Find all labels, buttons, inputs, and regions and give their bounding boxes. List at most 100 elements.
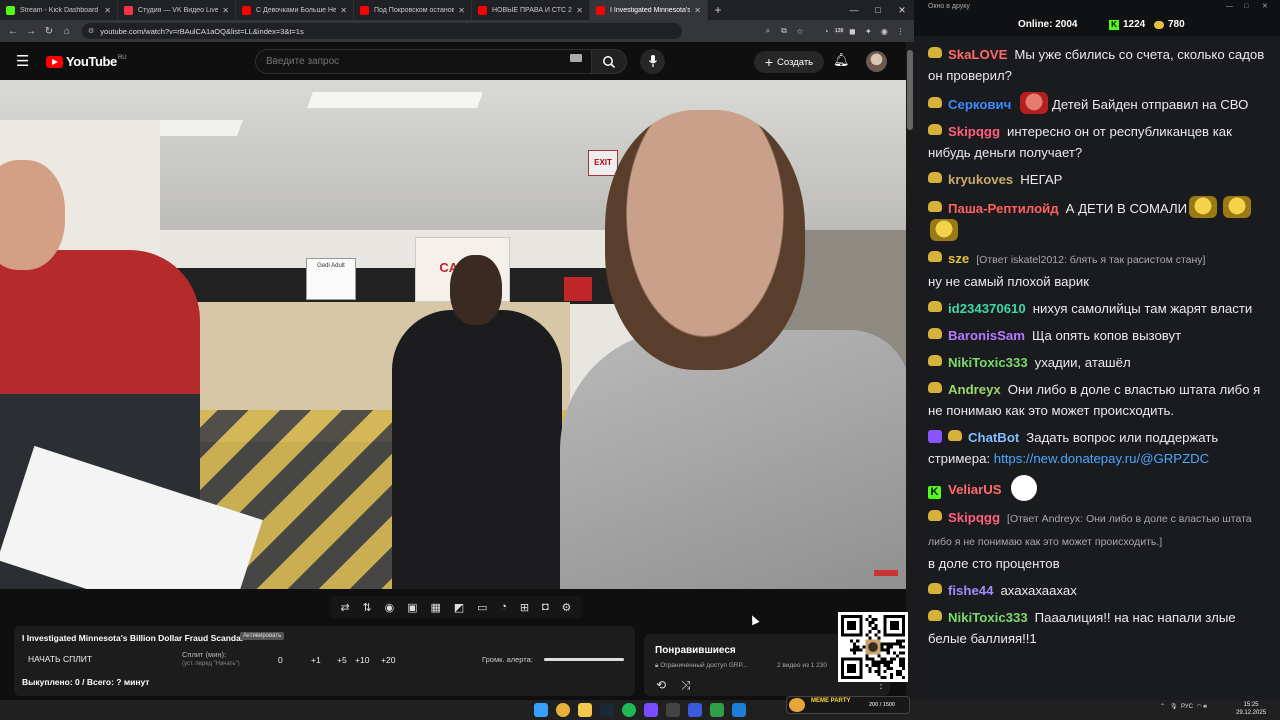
close-window-icon[interactable]: ✕ <box>1262 0 1268 14</box>
browser-tab[interactable]: I Investigated Minnesota's B...✕ <box>590 0 708 20</box>
browser-tab[interactable]: С Девочками Больше Не Хоте...✕ <box>236 0 354 20</box>
chat-username[interactable]: kryukoves <box>948 172 1013 187</box>
donate-link[interactable]: https://new.donatepay.ru/@GRPZDC <box>994 451 1209 466</box>
shuffle-icon[interactable]: ⤨ <box>681 678 691 693</box>
bookmark-star-icon[interactable]: ☆ <box>792 27 808 36</box>
search-page-icon[interactable]: ⌕ <box>760 26 776 36</box>
tab-close-icon[interactable]: ✕ <box>222 6 229 15</box>
repeat-icon[interactable]: ⟲ <box>656 678 666 692</box>
language-indicator[interactable]: РУС <box>1181 704 1193 710</box>
youtube-logo[interactable]: YouTube RU <box>46 54 127 69</box>
menu-kebab-icon[interactable]: ⋮ <box>892 27 908 36</box>
search-button[interactable] <box>591 49 627 74</box>
browser-tab[interactable]: Студия — VK Видео Live ✕ <box>118 0 236 20</box>
alert-volume-slider[interactable] <box>544 658 624 661</box>
steam-icon[interactable] <box>600 703 614 717</box>
telegram-icon[interactable] <box>732 703 746 717</box>
settings-gear-icon[interactable]: ⚙ <box>562 601 572 614</box>
chat-username[interactable]: sze <box>948 251 969 266</box>
speed-gauge-icon[interactable]: ◔ <box>500 601 507 613</box>
system-clock[interactable]: 15:25 29.12.2025 <box>1236 701 1266 717</box>
loop-icon[interactable]: ⇄ <box>340 601 349 614</box>
app-icon[interactable] <box>666 703 680 717</box>
calendar-icon[interactable]: ▦ <box>430 601 440 614</box>
minimize-icon[interactable]: — <box>842 0 866 20</box>
audio-waves-icon[interactable]: ◉ <box>385 601 395 614</box>
chat-username[interactable]: Серкович <box>948 97 1011 112</box>
browser-tab[interactable]: Stream - Kick Dashboard ✕ <box>0 0 118 20</box>
extensions-puzzle-icon[interactable]: ✦ <box>860 27 876 36</box>
keyboard-icon[interactable] <box>570 54 582 62</box>
start-split-button[interactable]: НАЧАТЬ СПЛИТ <box>28 654 92 664</box>
sort-icon[interactable]: ⇅ <box>363 601 372 614</box>
spotify-icon[interactable] <box>622 703 636 717</box>
cast-icon[interactable]: ⧉ <box>776 26 792 36</box>
file-explorer-icon[interactable] <box>578 703 592 717</box>
chat-username[interactable]: BaronisSam <box>948 328 1025 343</box>
theater-mode-icon[interactable]: ▭ <box>477 601 487 614</box>
forward-icon[interactable]: → <box>22 26 40 37</box>
split-minutes-value[interactable]: 0 <box>278 655 283 665</box>
meme-party-widget[interactable]: MEME PARTY 200 / 1500 <box>786 696 910 714</box>
add-10-button[interactable]: +10 <box>355 655 369 665</box>
start-windows-icon[interactable] <box>534 703 548 717</box>
new-tab-icon[interactable]: + <box>708 3 728 17</box>
chat-message-list[interactable]: SkaLOVE Мы уже сбились со счета, сколько … <box>914 44 1280 655</box>
extension-icon[interactable]: ◼ <box>844 27 860 36</box>
search-box[interactable] <box>255 49 591 74</box>
tab-close-icon[interactable]: ✕ <box>340 6 347 15</box>
tab-close-icon[interactable]: ✕ <box>104 6 111 15</box>
chat-username[interactable]: Skipqgg <box>948 124 1000 139</box>
chat-username[interactable]: ChatBot <box>968 430 1019 445</box>
chevron-up-icon[interactable]: ⌃ <box>1160 704 1165 710</box>
tab-close-icon[interactable]: ✕ <box>694 6 701 15</box>
minimize-icon[interactable]: — <box>1226 0 1233 14</box>
chat-username[interactable]: fishe44 <box>948 583 993 598</box>
home-icon[interactable]: ⌂ <box>58 26 76 37</box>
extension-icon[interactable]: ◔ <box>818 27 834 36</box>
back-icon[interactable]: ← <box>4 26 22 37</box>
microphone-tray-icon[interactable]: 🎙︎ <box>1170 704 1178 710</box>
chat-username[interactable]: Andreyx <box>948 382 1001 397</box>
scrollbar-thumb[interactable] <box>907 50 913 130</box>
chrome-icon[interactable] <box>556 703 570 717</box>
hamburger-menu-icon[interactable]: ☰ <box>16 52 29 70</box>
picture-in-picture-icon[interactable]: ◩ <box>454 601 464 614</box>
add-5-button[interactable]: +5 <box>337 655 347 665</box>
watch-later-icon[interactable]: ▣ <box>407 601 417 614</box>
playlist-title[interactable]: Понравившиеся <box>655 645 736 656</box>
browser-tab[interactable]: Под Покровском остановлен... ✕ <box>354 0 472 20</box>
tab-close-icon[interactable]: ✕ <box>458 6 465 15</box>
screenshot-camera-icon[interactable]: ◘ <box>542 601 549 613</box>
chat-username[interactable]: Паша-Рептилойд <box>948 201 1059 216</box>
chat-username[interactable]: NikiToxic333 <box>948 355 1028 370</box>
page-scrollbar[interactable] <box>906 42 914 700</box>
activate-badge[interactable]: Активировать <box>240 632 285 640</box>
maximize-icon[interactable]: □ <box>866 0 890 20</box>
chat-username[interactable]: id234370610 <box>948 301 1026 316</box>
app-icon[interactable] <box>688 703 702 717</box>
url-field[interactable]: ⚙ youtube.com/watch?v=rBAulCA1aOQ&list=L… <box>82 23 682 39</box>
create-button[interactable]: + Создать <box>754 51 824 73</box>
search-input[interactable] <box>266 56 556 67</box>
profile-icon[interactable]: ◉ <box>876 27 892 36</box>
chat-username[interactable]: SkaLOVE <box>948 47 1007 62</box>
browser-tab[interactable]: НОВЫЕ ПРАВА И СТС 2026 в... ✕ <box>472 0 590 20</box>
close-window-icon[interactable]: ✕ <box>890 0 914 20</box>
voice-search-button[interactable] <box>640 49 665 74</box>
video-player[interactable]: Gedi Adult CANDY EXIT <box>0 80 906 589</box>
volume-icon[interactable]: 🔊︎ <box>1203 704 1207 710</box>
tab-close-icon[interactable]: ✕ <box>576 6 583 15</box>
notifications-bell-icon[interactable]: 🔔︎ <box>833 52 850 68</box>
add-20-button[interactable]: +20 <box>381 655 395 665</box>
reload-icon[interactable]: ↻ <box>40 26 58 37</box>
chat-username[interactable]: VeliarUS <box>948 482 1002 497</box>
chat-username[interactable]: Skipqgg <box>948 510 1000 525</box>
app-icon[interactable] <box>644 703 658 717</box>
avatar[interactable] <box>866 51 887 72</box>
app-icon[interactable] <box>710 703 724 717</box>
add-clip-icon[interactable]: ⊞ <box>520 601 529 614</box>
maximize-icon[interactable]: □ <box>1244 0 1248 14</box>
wifi-icon[interactable]: ◠ <box>1196 704 1201 710</box>
add-1-button[interactable]: +1 <box>311 655 321 665</box>
